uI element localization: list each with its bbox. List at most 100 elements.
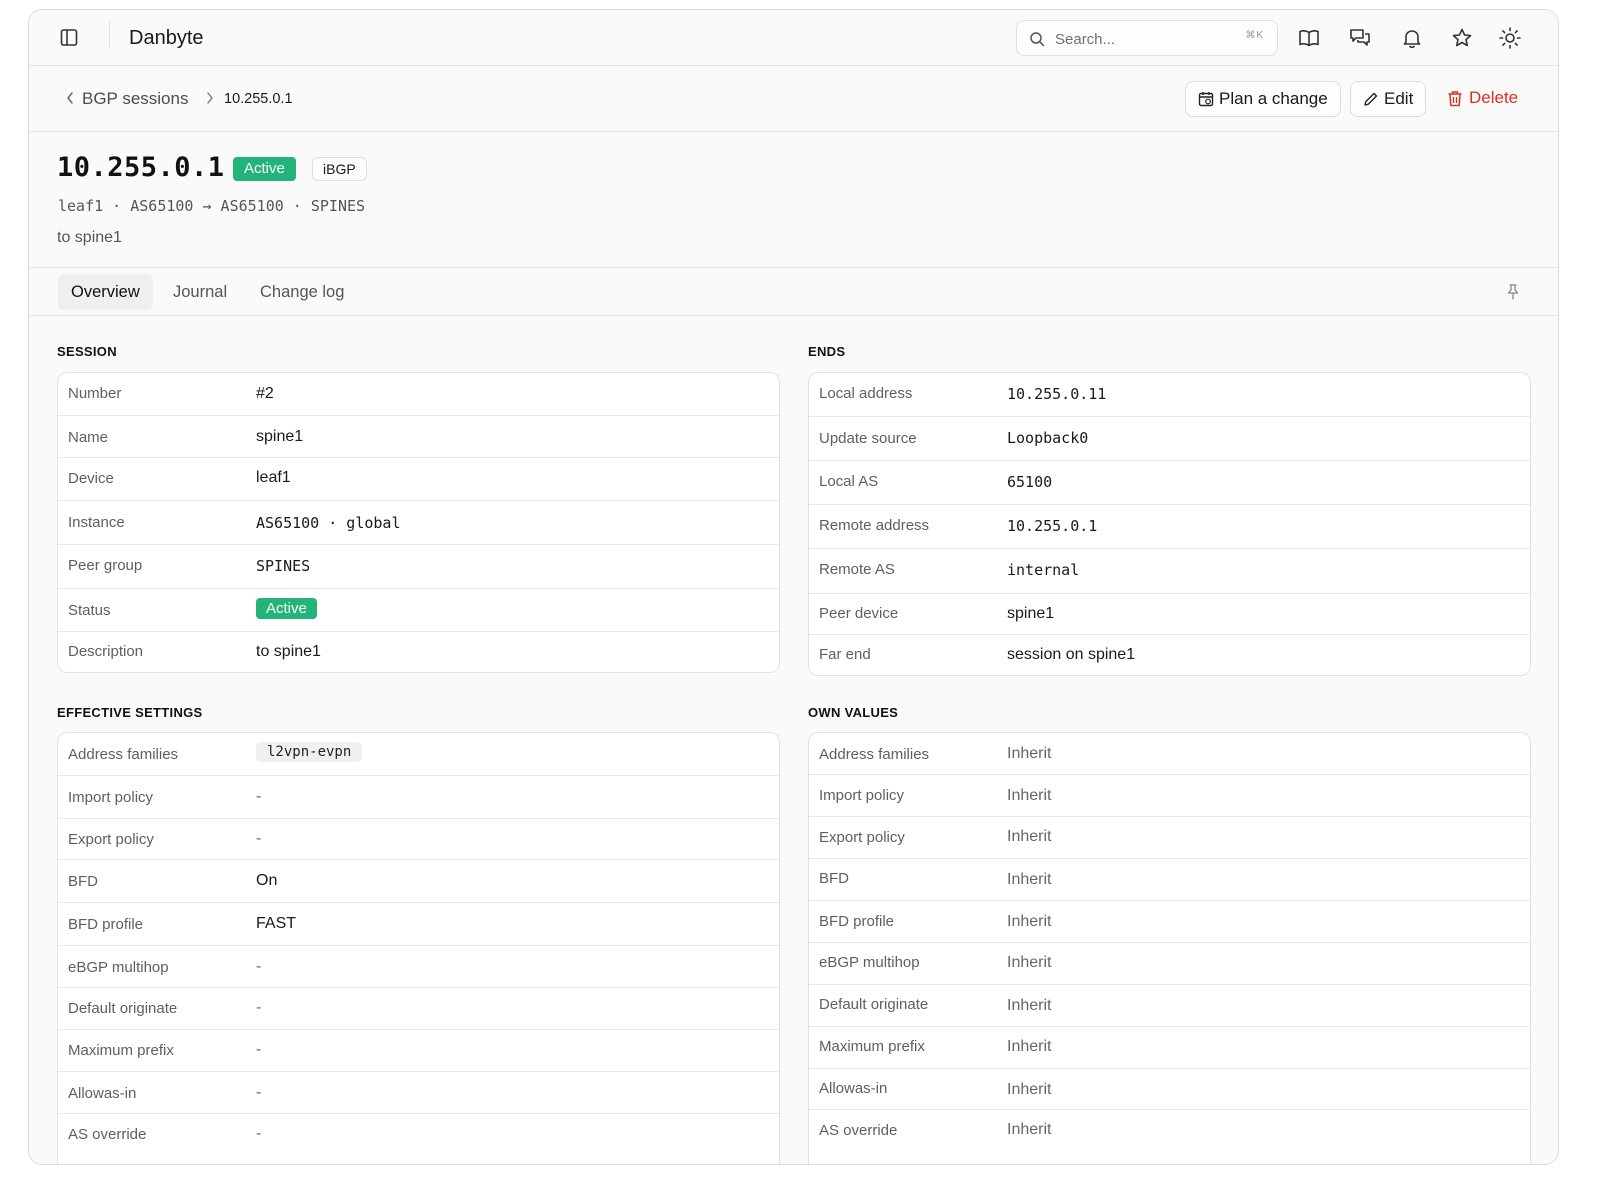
tab-overview[interactable]: Overview — [58, 274, 153, 310]
row-value: Inherit — [1007, 787, 1052, 804]
row-label: Export policy — [68, 831, 154, 848]
own-row-as-override: AS override Inherit — [809, 1110, 1530, 1152]
row-label: Status — [68, 602, 111, 619]
effective-row-bfd-profile: BFD profile FAST — [58, 903, 779, 946]
row-value: 10.255.0.1 — [1007, 517, 1098, 535]
session-row-status: Status Active — [58, 589, 779, 632]
own-values-card: Address families Inherit Import policy I… — [808, 732, 1531, 1164]
own-row-import-policy: Import policy Inherit — [809, 775, 1530, 817]
edit-label: Edit — [1384, 89, 1414, 108]
pin-icon[interactable] — [1504, 283, 1522, 301]
divider — [109, 20, 110, 48]
session-row-name: Name spine1 — [58, 416, 779, 458]
plan-change-label: Plan a change — [1219, 89, 1328, 108]
effective-row-default-originate: Default originate - — [58, 988, 779, 1030]
row-value: FAST — [256, 915, 297, 932]
session-card: Number #2 Name spine1 Device leaf1 Insta… — [57, 372, 780, 673]
top-bar: Danbyte Search... ⌘K — [29, 10, 1558, 66]
row-value: spine1 — [256, 428, 304, 445]
session-row-number: Number #2 — [58, 373, 779, 416]
row-label: Remote AS — [819, 561, 895, 578]
effective-row-as-override: AS override - — [58, 1114, 779, 1156]
effective-row-maximum-prefix: Maximum prefix - — [58, 1030, 779, 1072]
action-bar: BGP sessions 10.255.0.1 Plan a change Ed… — [29, 66, 1558, 132]
status-badge: Active — [256, 598, 317, 619]
row-label: Number — [68, 385, 122, 402]
row-value: - — [256, 958, 262, 975]
row-label: Default originate — [68, 1000, 178, 1017]
chevron-left-icon[interactable] — [65, 91, 75, 105]
breadcrumb-parent-link[interactable]: BGP sessions — [82, 89, 188, 109]
session-row-description: Description to spine1 — [58, 632, 779, 672]
chevron-right-icon — [207, 92, 213, 104]
row-label: Import policy — [819, 787, 905, 804]
row-label: Local address — [819, 385, 913, 402]
row-label: Device — [68, 470, 114, 487]
row-value: On — [256, 872, 278, 889]
row-value: internal — [1007, 561, 1080, 579]
row-value: 10.255.0.11 — [1007, 385, 1107, 403]
bell-icon[interactable] — [1400, 26, 1424, 50]
sidebar-toggle-icon[interactable] — [59, 28, 81, 48]
effective-section-title: EFFECTIVE SETTINGS — [57, 705, 203, 720]
row-label: Allowas-in — [819, 1080, 888, 1097]
effective-row-bfd: BFD On — [58, 860, 779, 903]
row-value: Loopback0 — [1007, 429, 1089, 447]
row-value: to spine1 — [256, 643, 321, 660]
row-value: leaf1 — [256, 469, 291, 486]
session-row-instance: Instance AS65100 · global — [58, 501, 779, 545]
row-label: Export policy — [819, 829, 905, 846]
row-label: Default originate — [819, 996, 929, 1013]
own-row-address-families: Address families Inherit — [809, 733, 1530, 775]
row-value: - — [256, 1041, 262, 1058]
row-label: BFD profile — [68, 916, 144, 933]
own-row-export-policy: Export policy Inherit — [809, 817, 1530, 859]
row-value: Inherit — [1007, 954, 1052, 971]
row-value: - — [256, 1084, 262, 1101]
row-value: Inherit — [1007, 1081, 1052, 1098]
row-value: 65100 — [1007, 473, 1053, 491]
own-row-allowas-in: Allowas-in Inherit — [809, 1069, 1530, 1110]
row-label: Instance — [68, 514, 125, 531]
effective-row-ebgp-multihop: eBGP multihop - — [58, 946, 779, 988]
tab-bar: Overview Journal Change log — [29, 269, 1558, 316]
delete-button[interactable]: Delete — [1447, 88, 1518, 108]
session-description: to spine1 — [57, 229, 122, 246]
row-value: - — [256, 788, 262, 805]
row-value: Inherit — [1007, 1038, 1052, 1055]
row-label: Local AS — [819, 473, 879, 490]
ends-row-far-end: Far end session on spine1 — [809, 635, 1530, 675]
row-value: Inherit — [1007, 913, 1052, 930]
effective-row-allowas-in: Allowas-in - — [58, 1072, 779, 1114]
tab-change-log[interactable]: Change log — [247, 274, 357, 310]
delete-label: Delete — [1469, 88, 1519, 107]
trash-icon — [1448, 90, 1462, 106]
tab-journal[interactable]: Journal — [160, 274, 240, 310]
row-value: SPINES — [256, 557, 311, 575]
row-label: eBGP multihop — [68, 959, 169, 976]
row-value: Inherit — [1007, 828, 1052, 845]
sun-icon[interactable] — [1498, 26, 1522, 50]
own-row-bfd: BFD Inherit — [809, 859, 1530, 901]
own-row-maximum-prefix: Maximum prefix Inherit — [809, 1027, 1530, 1069]
ends-row-local-as: Local AS 65100 — [809, 461, 1530, 505]
calendar-icon — [1198, 92, 1214, 107]
row-label: Update source — [819, 430, 917, 447]
search-icon — [1030, 32, 1045, 47]
ends-row-peer-device: Peer device spine1 — [809, 594, 1530, 635]
chat-icon[interactable] — [1348, 26, 1372, 50]
row-value: - — [256, 999, 262, 1016]
plan-change-button[interactable]: Plan a change — [1185, 81, 1341, 117]
search-input[interactable]: Search... ⌘K — [1016, 20, 1278, 56]
book-icon[interactable] — [1297, 26, 1321, 50]
edit-button[interactable]: Edit — [1350, 81, 1426, 117]
row-value: Inherit — [1007, 871, 1052, 888]
session-type-badge: iBGP — [312, 157, 367, 181]
breadcrumb-current: 10.255.0.1 — [224, 91, 293, 107]
effective-row-export-policy: Export policy - — [58, 819, 779, 860]
own-row-default-originate: Default originate Inherit — [809, 985, 1530, 1027]
star-icon[interactable] — [1450, 26, 1474, 50]
own-row-ebgp-multihop: eBGP multihop Inherit — [809, 943, 1530, 985]
far-end-link[interactable]: session on spine1 — [1007, 646, 1135, 664]
row-label: AS override — [819, 1122, 898, 1139]
